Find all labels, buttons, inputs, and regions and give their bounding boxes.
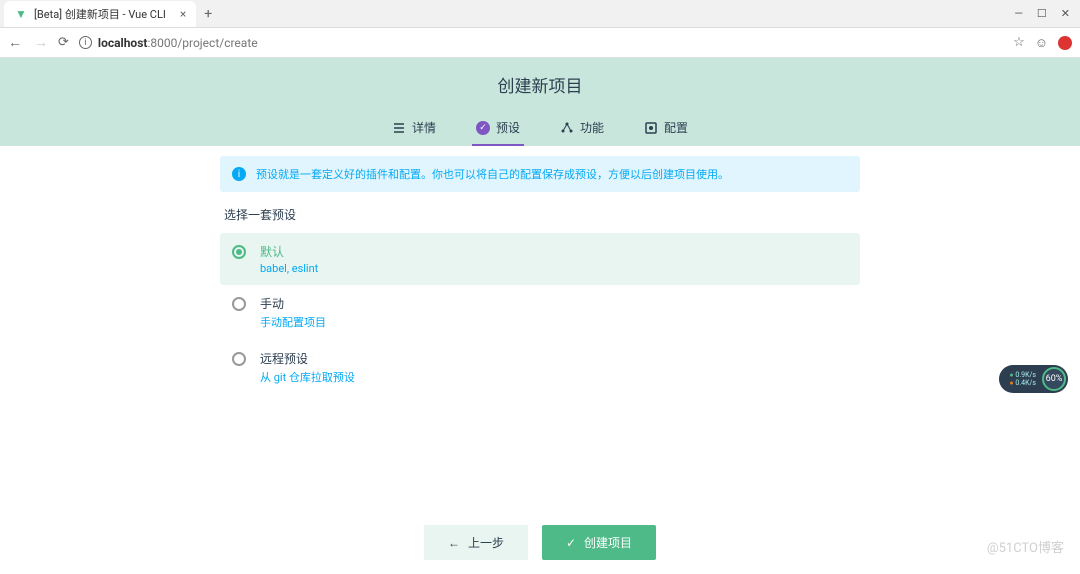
share-icon <box>560 121 574 135</box>
url-text: localhost:8000/project/create <box>98 36 258 50</box>
extension-badge[interactable] <box>1058 36 1072 50</box>
radio-icon <box>232 245 246 259</box>
preset-title: 默认 <box>260 243 318 260</box>
tab-config[interactable]: 配置 <box>640 111 692 146</box>
new-tab-button[interactable]: + <box>196 6 220 22</box>
forward-icon: → <box>34 34 48 51</box>
user-icon[interactable]: ☺ <box>1035 35 1048 51</box>
nav-arrows: ← → <box>8 34 48 51</box>
preset-text: 手动 手动配置项目 <box>260 295 326 330</box>
browser-address-bar: ← → ⟳ i localhost:8000/project/create ☆ … <box>0 28 1080 58</box>
gear-icon <box>644 121 658 135</box>
info-icon: i <box>232 167 246 181</box>
section-heading: 选择一套预设 <box>224 206 860 223</box>
tab-label: 预设 <box>496 119 520 136</box>
create-label: 创建项目 <box>584 534 632 551</box>
preset-desc: 手动配置项目 <box>260 314 326 330</box>
tab-details[interactable]: 详情 <box>388 111 440 146</box>
network-widget[interactable]: 0.9K/s 0.4K/s 60% <box>999 365 1068 393</box>
back-icon[interactable]: ← <box>8 34 22 51</box>
page-title: 创建新项目 <box>0 72 1080 97</box>
tab-presets[interactable]: ✓ 预设 <box>472 111 524 146</box>
reload-icon[interactable]: ⟳ <box>58 35 69 50</box>
check-circle-icon: ✓ <box>476 121 490 135</box>
tabs-nav: 详情 ✓ 预设 功能 配置 <box>0 111 1080 146</box>
radio-icon <box>232 352 246 366</box>
preset-remote[interactable]: 远程预设 从 git 仓库拉取预设 <box>220 340 860 395</box>
list-icon <box>392 121 406 135</box>
radio-icon <box>232 297 246 311</box>
preset-text: 远程预设 从 git 仓库拉取预设 <box>260 350 355 385</box>
window-controls: — ☐ ✕ <box>1004 7 1080 20</box>
watermark: @51CTO博客 <box>987 537 1064 556</box>
window-minimize[interactable]: — <box>1014 7 1023 20</box>
banner-text: 预设就是一套定义好的插件和配置。你也可以将自己的配置保存成预设，方便以后创建项目… <box>256 166 729 182</box>
preset-desc: babel, eslint <box>260 262 318 275</box>
content-area: i 预设就是一套定义好的插件和配置。你也可以将自己的配置保存成预设，方便以后创建… <box>220 146 860 395</box>
arrow-left-icon: ← <box>448 536 460 550</box>
site-info-icon[interactable]: i <box>79 36 92 49</box>
check-icon: ✓ <box>566 536 576 550</box>
back-button[interactable]: ← 上一步 <box>424 525 528 560</box>
window-maximize[interactable]: ☐ <box>1037 7 1047 20</box>
url-field[interactable]: i localhost:8000/project/create <box>79 36 1003 50</box>
create-project-button[interactable]: ✓ 创建项目 <box>542 525 656 560</box>
window-close[interactable]: ✕ <box>1061 7 1070 20</box>
preset-manual[interactable]: 手动 手动配置项目 <box>220 285 860 340</box>
tab-features[interactable]: 功能 <box>556 111 608 146</box>
tab-label: 详情 <box>412 119 436 136</box>
preset-desc: 从 git 仓库拉取预设 <box>260 369 355 385</box>
tab-label: 配置 <box>664 119 688 136</box>
preset-title: 远程预设 <box>260 350 355 367</box>
addr-right: ☆ ☺ <box>1013 35 1072 51</box>
info-banner: i 预设就是一套定义好的插件和配置。你也可以将自己的配置保存成预设，方便以后创建… <box>220 156 860 192</box>
header-bar: 创建新项目 详情 ✓ 预设 功能 配置 <box>0 58 1080 146</box>
net-up: 0.9K/s <box>1009 371 1036 379</box>
net-stats: 0.9K/s 0.4K/s <box>1009 371 1036 388</box>
tab-label: 功能 <box>580 119 604 136</box>
tab-close-icon[interactable]: × <box>180 7 186 21</box>
footer-actions: ← 上一步 ✓ 创建项目 <box>0 525 1080 560</box>
browser-tab[interactable]: ▼ [Beta] 创建新项目 - Vue CLI × <box>4 1 196 27</box>
tab-title: [Beta] 创建新项目 - Vue CLI <box>34 6 166 22</box>
preset-title: 手动 <box>260 295 326 312</box>
preset-default[interactable]: 默认 babel, eslint <box>220 233 860 285</box>
browser-tab-strip: ▼ [Beta] 创建新项目 - Vue CLI × + — ☐ ✕ <box>0 0 1080 28</box>
vue-favicon: ▼ <box>14 7 28 21</box>
net-down: 0.4K/s <box>1009 379 1036 387</box>
preset-text: 默认 babel, eslint <box>260 243 318 275</box>
star-icon[interactable]: ☆ <box>1013 35 1025 50</box>
back-label: 上一步 <box>468 534 504 551</box>
net-circle: 60% <box>1042 367 1066 391</box>
